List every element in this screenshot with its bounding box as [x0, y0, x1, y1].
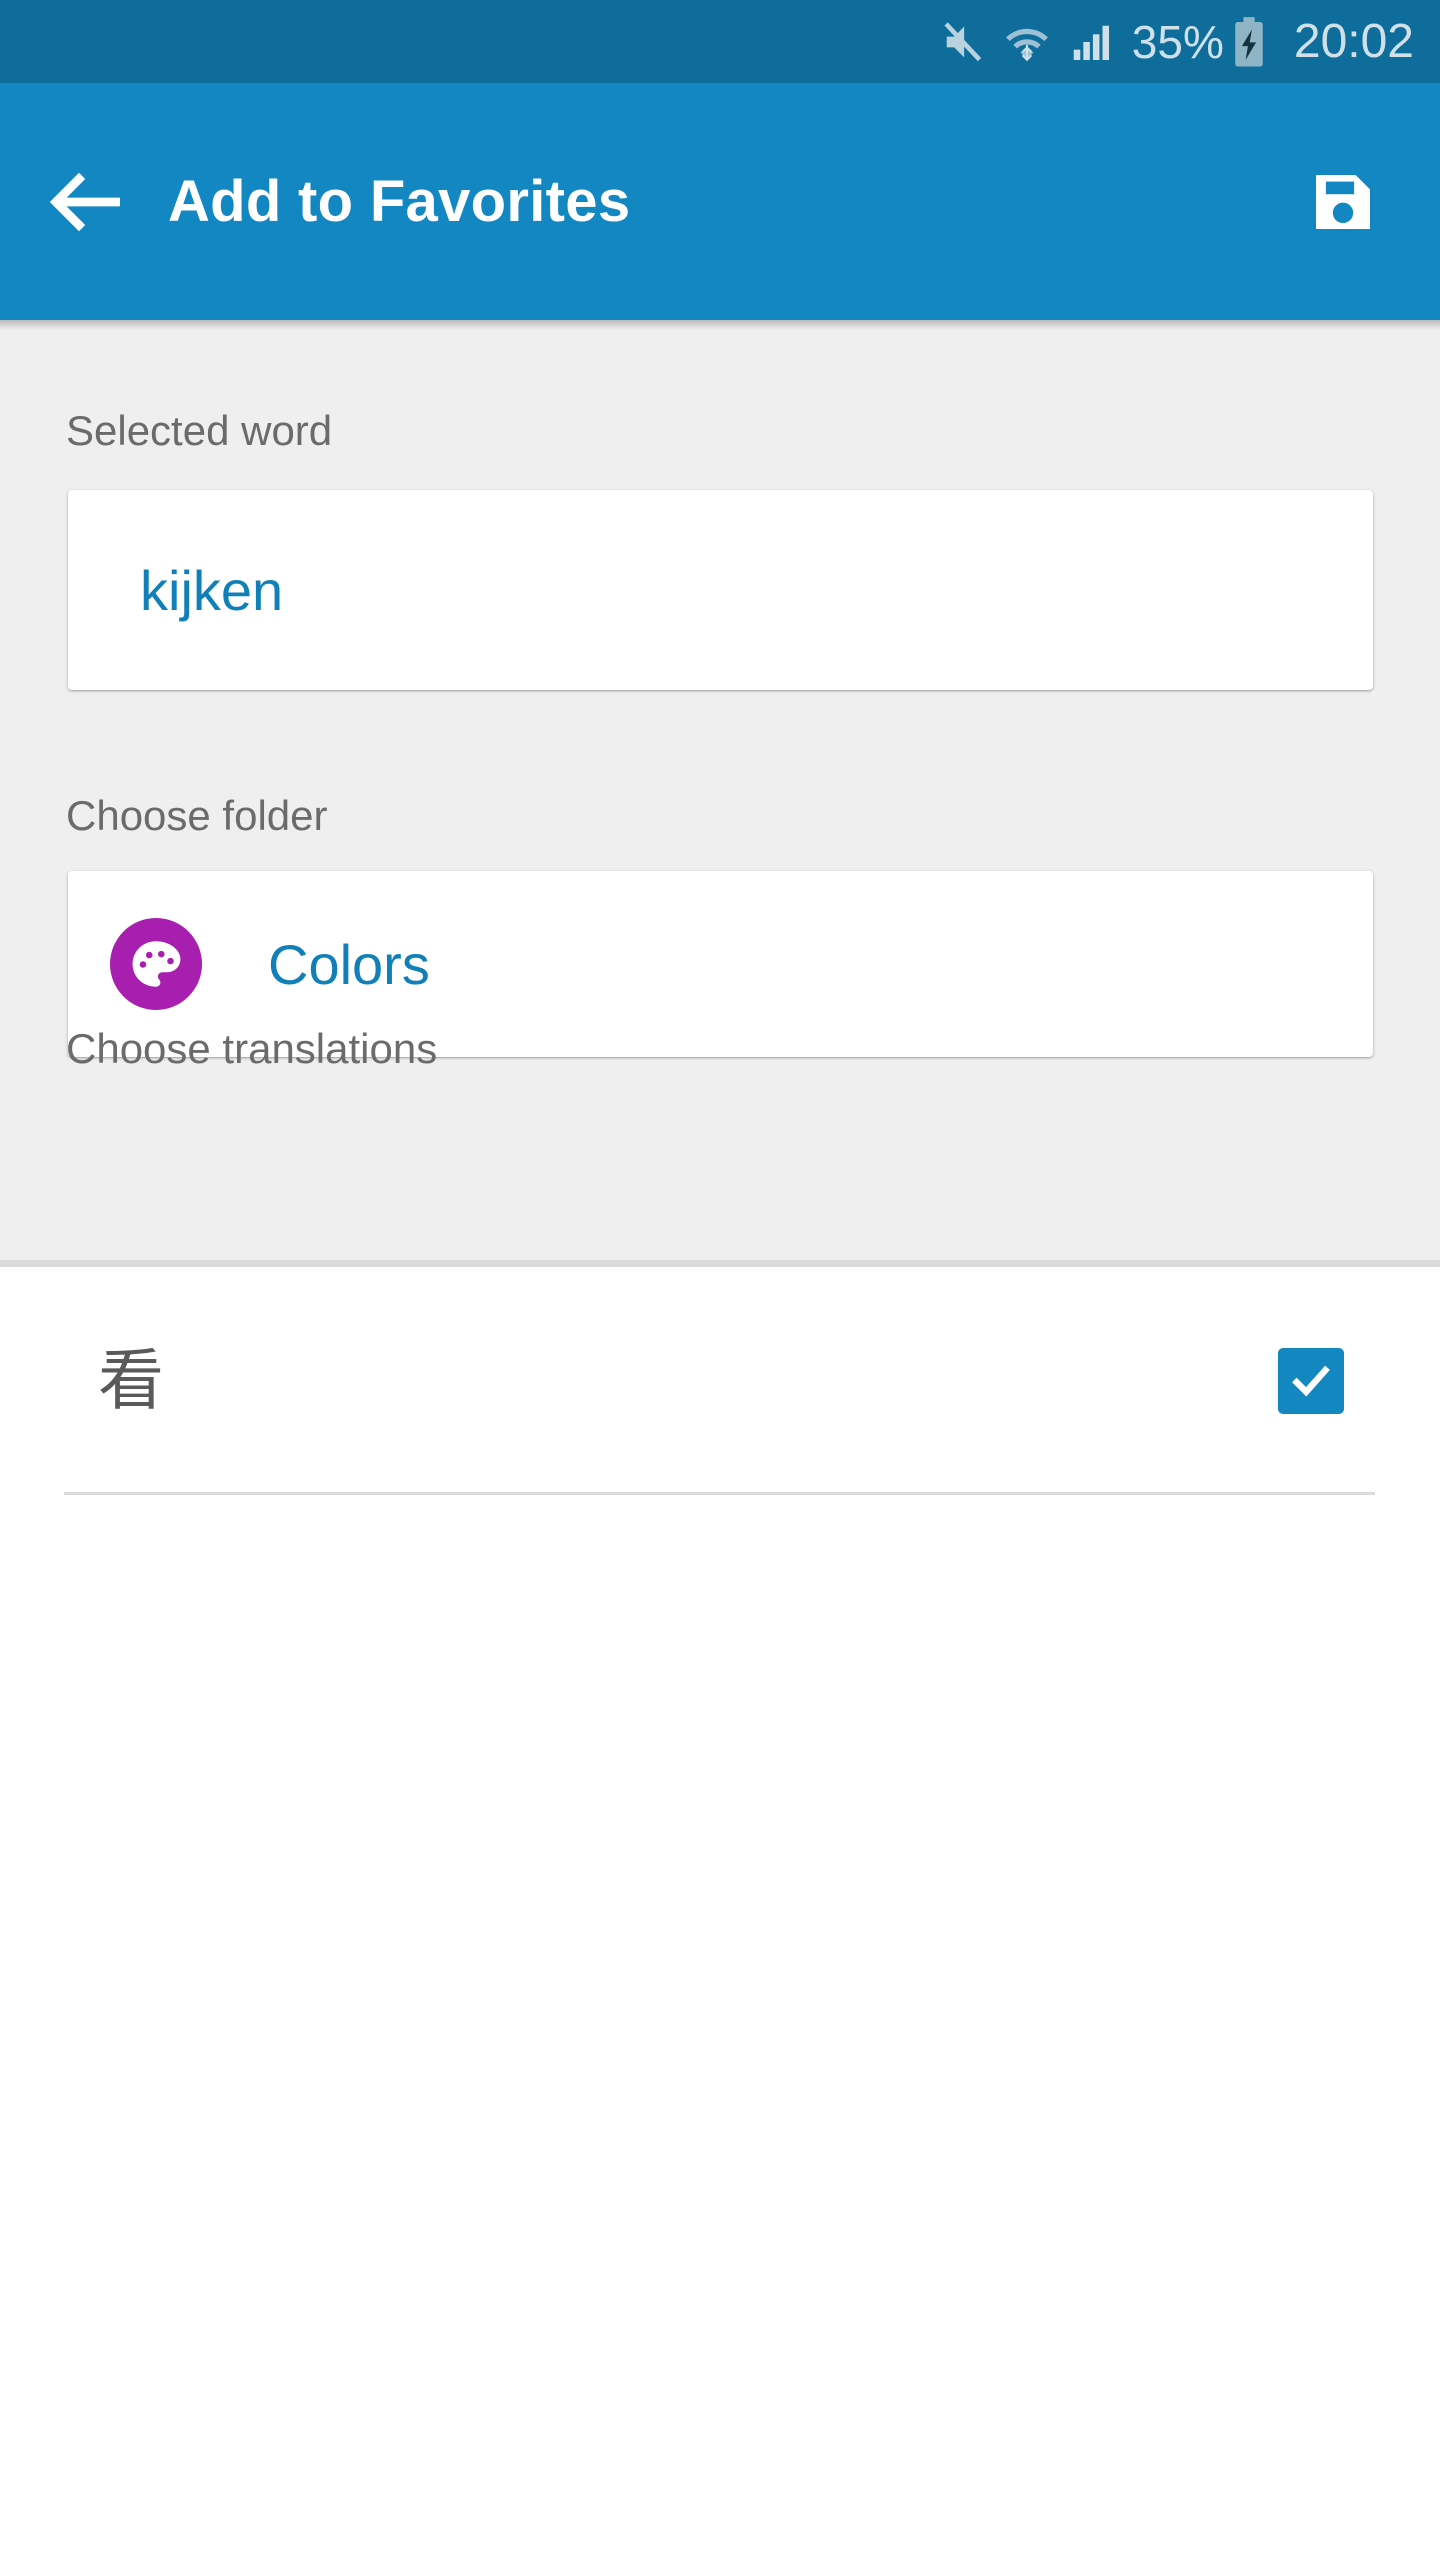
signal-icon	[1060, 14, 1122, 70]
choose-translations-label: Choose translations	[66, 1025, 438, 1072]
palette-icon	[110, 918, 202, 1010]
translation-row[interactable]: 看	[0, 1267, 1440, 1495]
battery-percent-label: 35%	[1131, 15, 1224, 68]
form-section: Selected word kijken Choose folder Color…	[0, 320, 1440, 1267]
battery-charging-icon	[1226, 14, 1272, 70]
wifi-icon	[994, 14, 1060, 70]
back-button[interactable]	[24, 142, 144, 262]
selected-word-card[interactable]: kijken	[68, 490, 1373, 690]
clock-label: 20:02	[1293, 14, 1414, 68]
section-divider	[0, 1260, 1440, 1267]
app-screen: 35% 20:02 Add to Favorites Selected word…	[0, 0, 1440, 2560]
arrow-back-icon	[49, 172, 120, 231]
checkbox-checked-icon	[1278, 1348, 1344, 1414]
translation-checkbox[interactable]	[1278, 1348, 1344, 1414]
app-toolbar: Add to Favorites	[0, 83, 1440, 320]
toolbar-shadow	[0, 320, 1440, 330]
status-bar-icons: 35% 20:02	[932, 14, 1414, 70]
selected-word-label: Selected word	[66, 407, 333, 454]
row-divider	[64, 1492, 1375, 1495]
save-floppy-icon	[1316, 174, 1370, 229]
translation-list: 看	[0, 1267, 1440, 1495]
translation-text: 看	[98, 1342, 164, 1419]
page-title: Add to Favorites	[168, 169, 631, 234]
folder-name: Colors	[268, 932, 430, 996]
selected-word-value: kijken	[140, 558, 284, 622]
mute-icon	[932, 14, 994, 70]
status-bar: 35% 20:02	[0, 0, 1440, 83]
save-button[interactable]	[1288, 147, 1398, 257]
choose-folder-label: Choose folder	[66, 792, 328, 839]
